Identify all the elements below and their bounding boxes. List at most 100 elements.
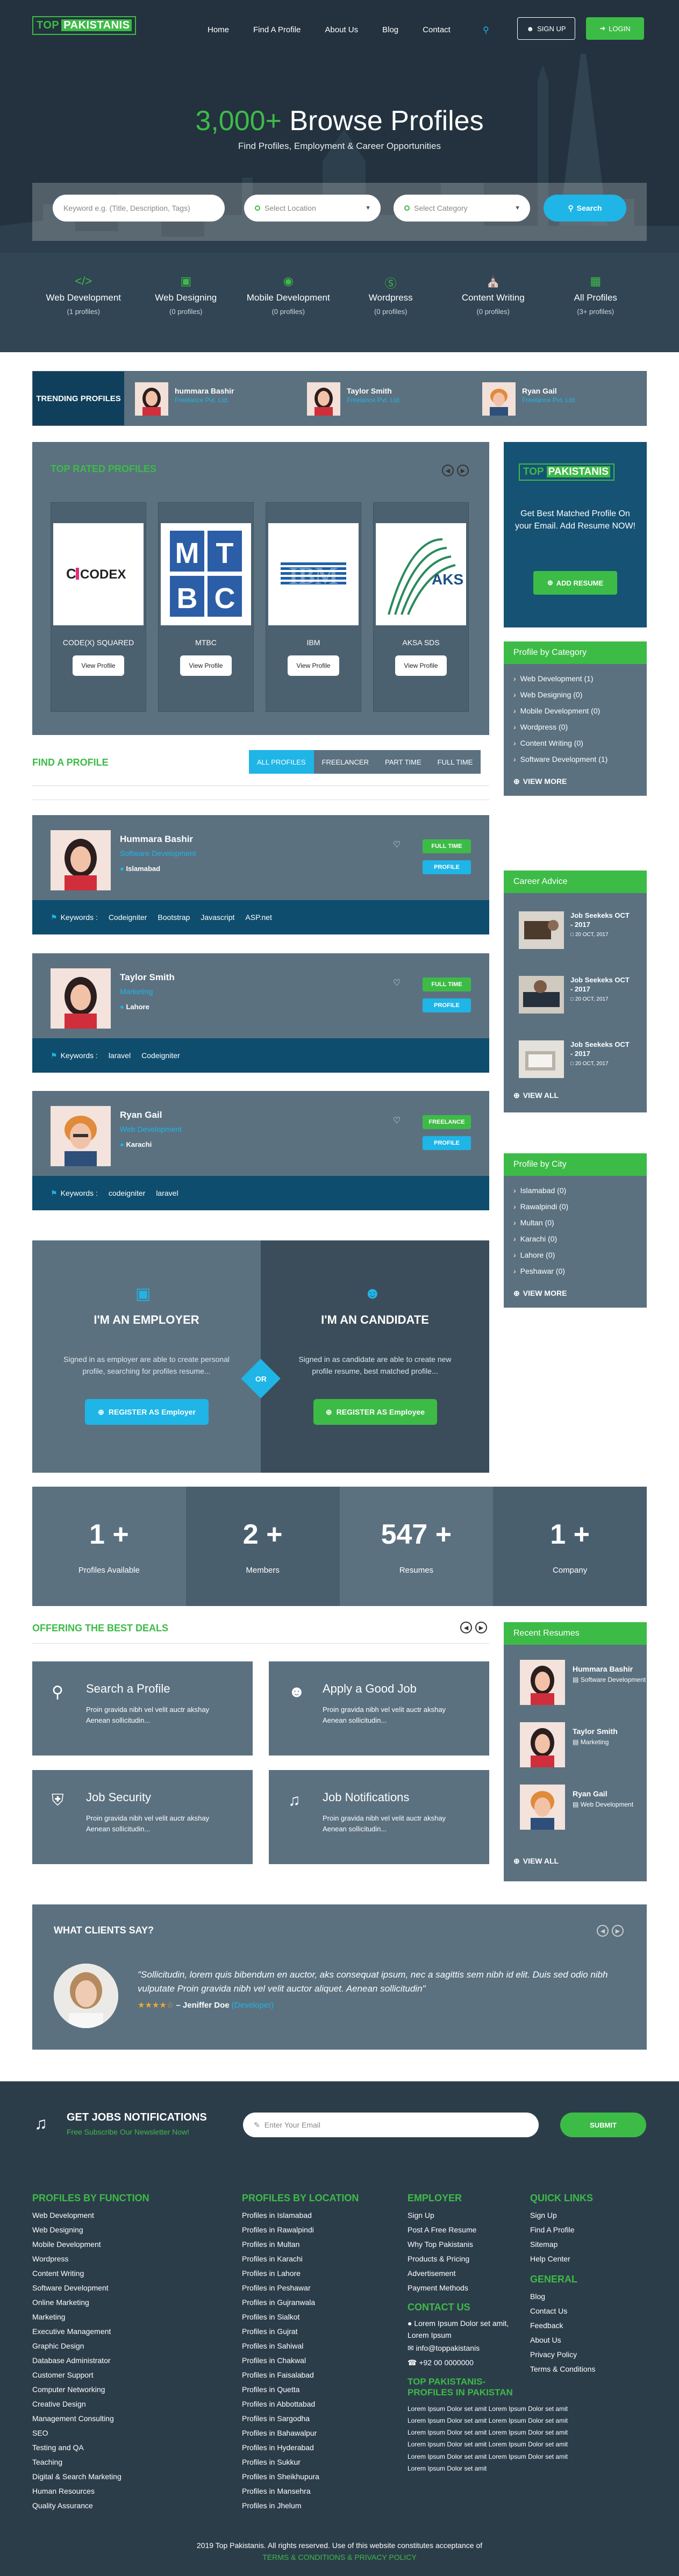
category-web-development[interactable]: </> Web Development (1 profiles) bbox=[32, 274, 135, 316]
profile-button[interactable]: PROFILE bbox=[423, 998, 471, 1012]
sidebar-item-city[interactable]: › Islamabad (0) bbox=[513, 1182, 637, 1198]
arrow-right-icon[interactable]: ▶ bbox=[612, 1925, 624, 1937]
search-icon[interactable]: ⚲ bbox=[483, 25, 489, 35]
heart-icon[interactable]: ♡ bbox=[393, 839, 401, 850]
sidebar-item-category[interactable]: › Web Development (1) bbox=[513, 670, 637, 687]
profile-button[interactable]: PROFILE bbox=[423, 1136, 471, 1150]
advice-item[interactable]: Job Seekeks OCT - 2017 □ 20 OCT, 2017 bbox=[519, 911, 630, 949]
view-more-link[interactable]: ⊕ VIEW MORE bbox=[504, 774, 647, 796]
sidebar-item-category[interactable]: › Mobile Development (0) bbox=[513, 703, 637, 719]
keyword[interactable]: laravel bbox=[109, 1051, 131, 1060]
footer-general-link[interactable]: Privacy Policy bbox=[530, 2347, 595, 2362]
footer-location-link[interactable]: Profiles in Abbottabad bbox=[242, 2397, 359, 2411]
heart-icon[interactable]: ♡ bbox=[393, 977, 401, 988]
sidebar-item-city[interactable]: › Multan (0) bbox=[513, 1215, 637, 1231]
footer-location-link[interactable]: Profiles in Bahawalpur bbox=[242, 2426, 359, 2441]
view-more-link[interactable]: ⊕ VIEW MORE bbox=[504, 1286, 647, 1308]
category-select[interactable]: Select Category ▼ bbox=[394, 195, 530, 222]
category-all-profiles[interactable]: ▦ All Profiles (3+ profiles) bbox=[545, 274, 647, 316]
footer-general-link[interactable]: Terms & Conditions bbox=[530, 2362, 595, 2377]
footer-general-link[interactable]: Blog bbox=[530, 2289, 595, 2304]
footer-location-link[interactable]: Profiles in Sukkur bbox=[242, 2455, 359, 2470]
nav-home[interactable]: Home bbox=[208, 25, 229, 34]
arrow-right-icon[interactable]: ▶ bbox=[475, 1622, 487, 1633]
tab-all-profiles[interactable]: ALL PROFILES bbox=[249, 750, 314, 774]
footer-quick-link[interactable]: Find A Profile bbox=[530, 2223, 595, 2237]
footer-function-link[interactable]: Teaching bbox=[32, 2455, 149, 2470]
footer-location-link[interactable]: Profiles in Hyderabad bbox=[242, 2441, 359, 2455]
footer-location-link[interactable]: Profiles in Jhelum bbox=[242, 2499, 359, 2513]
arrow-left-icon[interactable]: ◀ bbox=[460, 1622, 472, 1633]
footer-function-link[interactable]: Content Writing bbox=[32, 2266, 149, 2281]
deal-card[interactable]: ☻ Apply a Good Job Proin gravida nibh vel … bbox=[269, 1661, 489, 1756]
footer-quick-link[interactable]: Sign Up bbox=[530, 2208, 595, 2223]
keyword[interactable]: Javascript bbox=[201, 913, 234, 922]
footer-function-link[interactable]: Digital & Search Marketing bbox=[32, 2470, 149, 2484]
category-mobile-development[interactable]: ◉ Mobile Development (0 profiles) bbox=[237, 274, 340, 316]
footer-function-link[interactable]: Software Development bbox=[32, 2281, 149, 2295]
footer-employer-link[interactable]: Post A Free Resume bbox=[408, 2223, 526, 2237]
deal-card[interactable]: ⚲ Search a Profile Proin gravida nibh vel … bbox=[32, 1661, 253, 1756]
register-employer-button[interactable]: ⊕ REGISTER AS Employer bbox=[85, 1399, 209, 1425]
footer-function-link[interactable]: Wordpress bbox=[32, 2252, 149, 2266]
arrow-right-icon[interactable]: ▶ bbox=[457, 465, 469, 476]
keyword-input[interactable]: Keyword e.g. (Title, Description, Tags) bbox=[53, 195, 225, 222]
trending-item[interactable]: Ryan Gail Freelance Pvt. Ltd. bbox=[482, 382, 576, 416]
login-button[interactable]: ➜ LOGIN bbox=[586, 17, 644, 40]
footer-location-link[interactable]: Profiles in Sargodha bbox=[242, 2411, 359, 2426]
view-profile-button[interactable]: View Profile bbox=[180, 655, 232, 676]
trending-item[interactable]: hummara Bashir Freelance Pvt. Ltd. bbox=[135, 382, 234, 416]
sidebar-item-category[interactable]: › Wordpress (0) bbox=[513, 719, 637, 735]
footer-quick-link[interactable]: Sitemap bbox=[530, 2237, 595, 2252]
nav-about[interactable]: About Us bbox=[325, 25, 358, 34]
keyword[interactable]: laravel bbox=[156, 1189, 178, 1197]
footer-location-link[interactable]: Profiles in Sheikhupura bbox=[242, 2470, 359, 2484]
tab-full-time[interactable]: FULL TIME bbox=[429, 750, 481, 774]
footer-location-link[interactable]: Profiles in Chakwal bbox=[242, 2353, 359, 2368]
footer-function-link[interactable]: Human Resources bbox=[32, 2484, 149, 2499]
sidebar-item-city[interactable]: › Lahore (0) bbox=[513, 1247, 637, 1263]
deal-card[interactable]: ⛨ Job Security Proin gravida nibh vel veli… bbox=[32, 1770, 253, 1864]
view-profile-button[interactable]: View Profile bbox=[288, 655, 339, 676]
footer-location-link[interactable]: Profiles in Gujranwala bbox=[242, 2295, 359, 2310]
view-all-link[interactable]: ⊕ VIEW ALL bbox=[504, 1857, 568, 1866]
footer-function-link[interactable]: Management Consulting bbox=[32, 2411, 149, 2426]
keyword[interactable]: Codeigniter bbox=[141, 1051, 180, 1060]
footer-function-link[interactable]: Web Designing bbox=[32, 2223, 149, 2237]
terms-link[interactable]: TERMS & CONDITIONS & PRIVACY POLICY bbox=[0, 2551, 679, 2563]
profile-name[interactable]: Hummara Bashir bbox=[120, 834, 193, 845]
arrow-left-icon[interactable]: ◀ bbox=[442, 465, 454, 476]
sidebar-item-city[interactable]: › Karachi (0) bbox=[513, 1231, 637, 1247]
recent-resume-item[interactable]: Ryan Gail ▤ Web Development bbox=[520, 1785, 633, 1830]
sidebar-item-category[interactable]: › Web Designing (0) bbox=[513, 687, 637, 703]
sidebar-item-category[interactable]: › Content Writing (0) bbox=[513, 735, 637, 751]
email-field[interactable]: ✎ Enter Your Email bbox=[243, 2113, 539, 2137]
nav-contact[interactable]: Contact bbox=[423, 25, 451, 34]
footer-employer-link[interactable]: Advertisement bbox=[408, 2266, 526, 2281]
site-logo[interactable]: TOP PAKISTANIS bbox=[32, 16, 137, 35]
footer-location-link[interactable]: Profiles in Karachi bbox=[242, 2252, 359, 2266]
footer-function-link[interactable]: Testing and QA bbox=[32, 2441, 149, 2455]
keyword[interactable]: codeigniter bbox=[109, 1189, 146, 1197]
location-select[interactable]: Select Location ▼ bbox=[244, 195, 381, 222]
footer-function-link[interactable]: Quality Assurance bbox=[32, 2499, 149, 2513]
footer-location-link[interactable]: Profiles in Sahiwal bbox=[242, 2339, 359, 2353]
trending-item[interactable]: Taylor Smith Freelance Pvt. Ltd. bbox=[307, 382, 401, 416]
footer-general-link[interactable]: Feedback bbox=[530, 2318, 595, 2333]
footer-location-link[interactable]: Profiles in Mansehra bbox=[242, 2484, 359, 2499]
search-button[interactable]: ⚲ Search bbox=[544, 195, 626, 222]
recent-resume-item[interactable]: Hummara Bashir ▤ Software Development bbox=[520, 1660, 646, 1705]
footer-location-link[interactable]: Profiles in Multan bbox=[242, 2237, 359, 2252]
footer-function-link[interactable]: Mobile Development bbox=[32, 2237, 149, 2252]
contact-email[interactable]: ✉ info@toppakistanis bbox=[408, 2341, 526, 2356]
footer-location-link[interactable]: Profiles in Quetta bbox=[242, 2382, 359, 2397]
view-profile-button[interactable]: View Profile bbox=[73, 655, 124, 676]
footer-quick-link[interactable]: Help Center bbox=[530, 2252, 595, 2266]
footer-employer-link[interactable]: Sign Up bbox=[408, 2208, 526, 2223]
footer-function-link[interactable]: SEO bbox=[32, 2426, 149, 2441]
footer-employer-link[interactable]: Products & Pricing bbox=[408, 2252, 526, 2266]
sidebar-item-category[interactable]: › Software Development (1) bbox=[513, 751, 637, 767]
deal-card[interactable]: ♫ Job Notifications Proin gravida nibh vel… bbox=[269, 1770, 489, 1864]
advice-item[interactable]: Job Seekeks OCT - 2017 □ 20 OCT, 2017 bbox=[519, 976, 630, 1014]
recent-resume-item[interactable]: Taylor Smith ▤ Marketing bbox=[520, 1722, 618, 1767]
